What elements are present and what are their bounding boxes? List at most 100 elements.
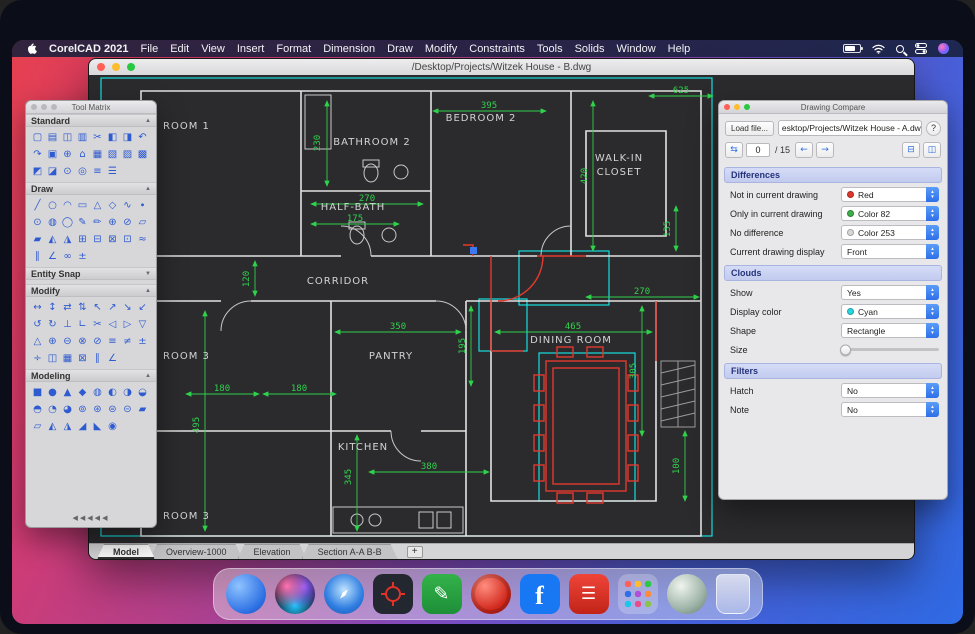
coreldraw-dock-icon[interactable] <box>422 574 462 614</box>
tool-icon[interactable]: ⊗ <box>75 333 90 350</box>
dock-app-blue-icon[interactable] <box>226 574 266 614</box>
menu-item[interactable]: Help <box>668 43 691 55</box>
tool-icon[interactable]: ◠ <box>60 197 75 214</box>
corelcad-dock-icon[interactable] <box>373 574 413 614</box>
tool-icon[interactable]: ◍ <box>90 384 105 401</box>
tool-icon[interactable]: ✎ <box>75 214 90 231</box>
tool-icon[interactable]: ◫ <box>60 129 75 146</box>
tool-icon[interactable]: ◍ <box>45 214 60 231</box>
control-center-icon[interactable] <box>915 43 927 54</box>
tool-icon[interactable]: ▦ <box>90 146 105 163</box>
tab-elevation[interactable]: Elevation <box>238 544 307 559</box>
tool-icon[interactable]: ≈ <box>135 231 150 248</box>
tool-icon[interactable]: ⊥ <box>60 316 75 333</box>
expand-arrow-icon[interactable]: ▼ <box>145 271 151 277</box>
tool-icon[interactable]: ⊡ <box>120 231 135 248</box>
tool-icon[interactable]: ∞ <box>60 248 75 265</box>
safari-dock-icon[interactable] <box>324 574 364 614</box>
section-header-entity-snap[interactable]: Entity Snap ▼ <box>26 267 156 280</box>
facebook-dock-icon[interactable] <box>520 574 560 614</box>
tool-icon[interactable]: ↶ <box>135 129 150 146</box>
tool-icon[interactable]: ◧ <box>105 129 120 146</box>
tool-icon[interactable]: ↕ <box>45 299 60 316</box>
tool-icon[interactable]: ◢ <box>75 418 90 435</box>
tool-icon[interactable]: ÷ <box>30 350 45 367</box>
tool-icon[interactable]: ∿ <box>120 197 135 214</box>
tool-icon[interactable]: ≡ <box>105 333 120 350</box>
palette-collapse-control[interactable]: ◀◀◀◀◀ <box>26 511 156 527</box>
tool-icon[interactable]: ↷ <box>30 146 45 163</box>
tool-matrix-titlebar[interactable]: Tool Matrix <box>26 101 156 114</box>
tool-icon[interactable]: ○ <box>45 197 60 214</box>
tool-icon[interactable]: ⊚ <box>75 401 90 418</box>
tool-icon[interactable]: ⊕ <box>45 333 60 350</box>
tool-icon[interactable]: ▭ <box>75 197 90 214</box>
cloud-size-slider[interactable] <box>841 348 939 351</box>
tool-icon[interactable]: ▩ <box>135 146 150 163</box>
swap-files-button[interactable]: ⇆ <box>725 142 743 158</box>
tool-icon[interactable]: ± <box>75 248 90 265</box>
tool-icon[interactable]: ▣ <box>45 146 60 163</box>
tool-icon[interactable]: ⊠ <box>75 350 90 367</box>
tool-icon[interactable]: ∠ <box>45 248 60 265</box>
palette-close-button[interactable] <box>724 104 730 110</box>
palette-minimize-button[interactable] <box>41 104 47 110</box>
print-report-button[interactable]: ⊟ <box>902 142 920 158</box>
only-in-current-dropdown[interactable]: Color 82 ▲▼ <box>841 206 939 221</box>
app-menu-title[interactable]: CorelCAD 2021 <box>49 43 128 55</box>
tool-icon[interactable]: ⇄ <box>60 299 75 316</box>
tool-icon[interactable]: ↔ <box>30 299 45 316</box>
tool-icon[interactable]: ▰ <box>30 231 45 248</box>
hatch-filter-dropdown[interactable]: No ▲▼ <box>841 383 939 398</box>
tool-icon[interactable]: ± <box>135 333 150 350</box>
tool-icon[interactable]: ● <box>45 384 60 401</box>
menu-item[interactable]: Constraints <box>469 43 525 55</box>
menu-item[interactable]: Format <box>276 43 311 55</box>
tool-icon[interactable]: ⊛ <box>90 401 105 418</box>
tool-icon[interactable]: ☰ <box>105 163 120 180</box>
media-dock-icon[interactable] <box>471 574 511 614</box>
tool-icon[interactable]: ▨ <box>120 146 135 163</box>
tool-icon[interactable]: ◣ <box>90 418 105 435</box>
tool-icon[interactable]: ↺ <box>30 316 45 333</box>
tool-icon[interactable]: ◓ <box>30 401 45 418</box>
compare-file-path-field[interactable]: esktop/Projects/Witzek House - A.dwg <box>778 120 922 136</box>
tool-icon[interactable]: ▰ <box>135 401 150 418</box>
siri-icon[interactable] <box>938 43 949 54</box>
next-difference-button[interactable]: → <box>816 142 834 158</box>
zoom-button[interactable] <box>127 63 135 71</box>
tool-icon[interactable]: ◕ <box>60 401 75 418</box>
menu-item[interactable]: Window <box>617 43 656 55</box>
tool-icon[interactable]: ▢ <box>30 129 45 146</box>
tool-icon[interactable]: ↗ <box>105 299 120 316</box>
battery-icon[interactable] <box>843 44 861 53</box>
menu-item[interactable]: Solids <box>575 43 605 55</box>
selection-grip[interactable] <box>470 247 477 254</box>
menu-item[interactable]: Draw <box>387 43 413 55</box>
section-header-draw[interactable]: Draw ▲ <box>26 182 156 195</box>
tool-icon[interactable]: ◨ <box>120 129 135 146</box>
tool-icon[interactable]: ⊙ <box>60 163 75 180</box>
section-header-modify[interactable]: Modify ▲ <box>26 284 156 297</box>
palette-zoom-button[interactable] <box>744 104 750 110</box>
menu-item[interactable]: Modify <box>425 43 457 55</box>
tool-icon[interactable]: ▽ <box>135 316 150 333</box>
tool-icon[interactable]: ⊠ <box>105 231 120 248</box>
tool-icon[interactable]: ◒ <box>135 384 150 401</box>
tool-icon[interactable]: ⊞ <box>75 231 90 248</box>
capture-dock-icon[interactable] <box>569 574 609 614</box>
menu-item[interactable]: View <box>201 43 225 55</box>
tool-icon[interactable]: ▱ <box>135 214 150 231</box>
tool-icon[interactable]: ◭ <box>45 231 60 248</box>
tool-icon[interactable]: ≠ <box>120 333 135 350</box>
help-button[interactable]: ? <box>926 121 941 136</box>
siri-dock-icon[interactable] <box>275 574 315 614</box>
tool-icon[interactable]: ▥ <box>75 129 90 146</box>
slider-knob[interactable] <box>840 344 851 355</box>
tool-icon[interactable]: ◐ <box>105 384 120 401</box>
tool-icon[interactable]: ◑ <box>120 384 135 401</box>
menu-item[interactable]: Insert <box>237 43 265 55</box>
slider-track[interactable] <box>841 348 939 351</box>
not-in-current-dropdown[interactable]: Red ▲▼ <box>841 187 939 202</box>
tool-icon[interactable]: ⊜ <box>105 401 120 418</box>
